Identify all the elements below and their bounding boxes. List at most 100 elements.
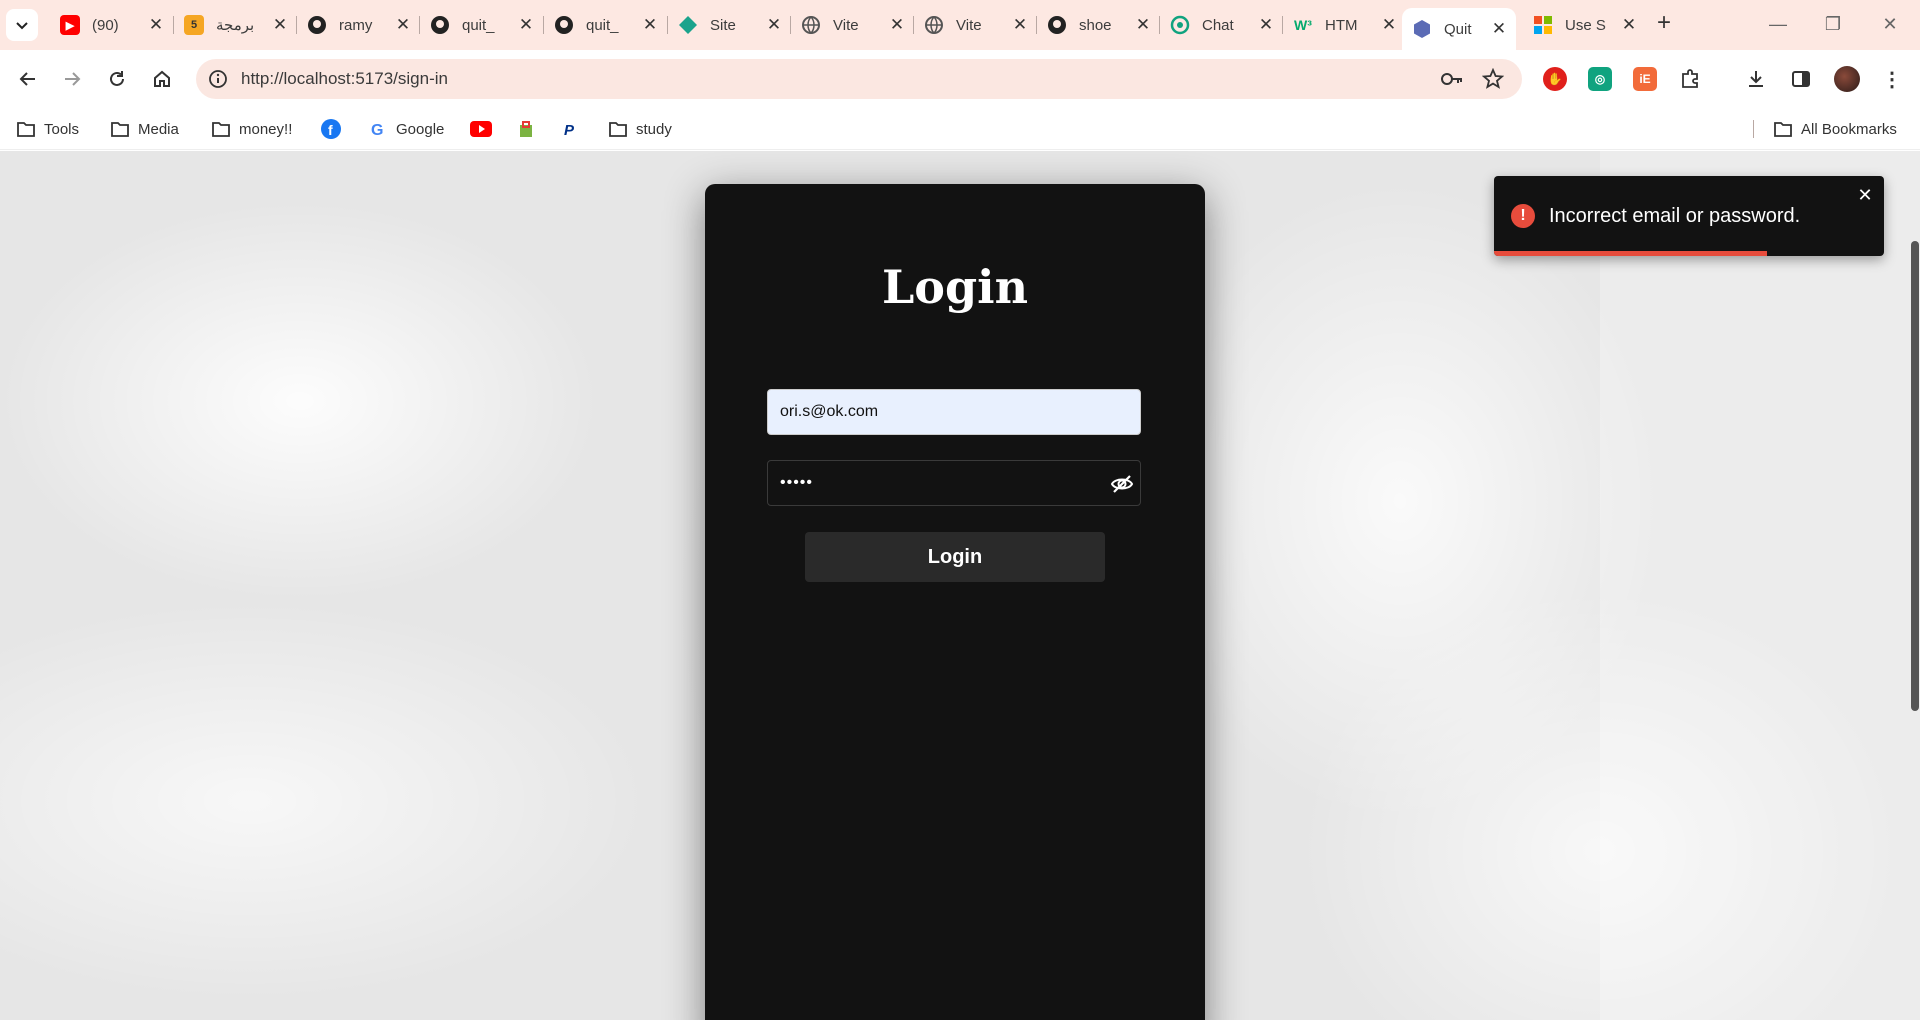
github-icon [430, 15, 450, 35]
close-tab-icon[interactable]: ✕ [765, 16, 783, 34]
back-button[interactable] [12, 63, 44, 95]
facebook-icon: f [320, 118, 342, 140]
chevron-down-icon [16, 22, 28, 30]
bookmark-google[interactable]: G Google [370, 118, 444, 140]
tab-github-quit-2[interactable]: quit_ ✕ [544, 8, 667, 42]
tab-microsoft[interactable]: Use S ✕ [1523, 8, 1646, 42]
close-window-button[interactable]: ✕ [1870, 10, 1910, 38]
tab-w3schools[interactable]: W³ HTM ✕ [1283, 8, 1406, 42]
tab-arabic[interactable]: 5 برمجة ✕ [174, 8, 297, 42]
shop-icon [518, 120, 534, 138]
home-button[interactable] [146, 63, 178, 95]
folder-icon [608, 120, 628, 138]
folder-icon [110, 120, 130, 138]
bookmark-media[interactable]: Media [110, 118, 179, 140]
paypal-icon: P [562, 120, 580, 138]
close-tab-icon[interactable]: ✕ [888, 16, 906, 34]
close-tab-icon[interactable]: ✕ [517, 16, 535, 34]
tab-strip: ▶ (90) ✕ 5 برمجة ✕ ramy ✕ quit_ ✕ quit_ … [0, 0, 1920, 50]
bookmark-tools[interactable]: Tools [16, 118, 79, 140]
new-tab-button[interactable]: + [1650, 10, 1678, 38]
close-tab-icon[interactable]: ✕ [1490, 20, 1508, 38]
close-tab-icon[interactable]: ✕ [394, 16, 412, 34]
close-tab-icon[interactable]: ✕ [271, 16, 289, 34]
extensions-puzzle-icon[interactable] [1678, 67, 1702, 91]
arrow-left-icon [19, 72, 35, 86]
bookmark-money[interactable]: money!! [211, 118, 292, 140]
close-tab-icon[interactable]: ✕ [641, 16, 659, 34]
close-tab-icon[interactable]: ✕ [1011, 16, 1029, 34]
adblock-extension-icon[interactable]: ✋ [1543, 67, 1567, 91]
all-bookmarks[interactable]: All Bookmarks [1773, 118, 1897, 140]
bookmark-youtube[interactable] [470, 118, 500, 140]
diamond-icon [678, 15, 698, 35]
download-icon[interactable] [1744, 67, 1768, 91]
profile-avatar[interactable] [1834, 66, 1860, 92]
tab-github-quit-1[interactable]: quit_ ✕ [420, 8, 543, 42]
close-icon[interactable]: ✕ [1856, 186, 1874, 204]
tab-youtube[interactable]: ▶ (90) ✕ [50, 8, 173, 42]
bookmarks-separator [1753, 120, 1754, 138]
browser-toolbar: http://localhost:5173/sign-in ✋ ◎ iE ⋮ [0, 50, 1920, 108]
bookmark-paypal[interactable]: P [562, 118, 588, 140]
tab-vite-2[interactable]: Vite ✕ [914, 8, 1037, 42]
star-icon[interactable] [1481, 67, 1505, 95]
tab-chatgpt[interactable]: Chat ✕ [1160, 8, 1283, 42]
folder-icon [16, 120, 36, 138]
password-field-wrapper [767, 460, 1141, 506]
close-tab-icon[interactable]: ✕ [1380, 16, 1398, 34]
info-icon[interactable] [206, 67, 230, 91]
reload-button[interactable] [101, 63, 133, 95]
arrow-right-icon [65, 72, 81, 86]
side-panel-icon[interactable] [1789, 67, 1813, 91]
bookmark-facebook[interactable]: f [320, 118, 350, 140]
tab-quit-active[interactable]: Quit ✕ [1402, 8, 1516, 50]
bookmark-study[interactable]: study [608, 118, 672, 140]
password-field[interactable] [768, 461, 1088, 505]
eye-off-icon[interactable] [1110, 472, 1134, 496]
email-field[interactable] [767, 389, 1141, 435]
background-overlay [1600, 151, 1920, 1020]
error-toast: ! Incorrect email or password. ✕ [1494, 176, 1884, 256]
five-icon: 5 [184, 15, 204, 35]
address-bar[interactable]: http://localhost:5173/sign-in [196, 59, 1522, 99]
minimize-button[interactable]: — [1758, 10, 1798, 38]
close-tab-icon[interactable]: ✕ [1620, 16, 1638, 34]
toast-message: Incorrect email or password. [1549, 205, 1801, 227]
folder-icon [211, 120, 231, 138]
key-icon[interactable] [1440, 69, 1464, 94]
page-title: Login [881, 260, 1029, 314]
chatgpt-icon [1170, 15, 1190, 35]
globe-icon [801, 15, 821, 35]
login-button[interactable]: Login [805, 532, 1105, 582]
bookmark-shop[interactable] [518, 118, 542, 140]
close-tab-icon[interactable]: ✕ [147, 16, 165, 34]
github-icon [307, 15, 327, 35]
tab-github-ramy[interactable]: ramy ✕ [297, 8, 420, 42]
error-icon: ! [1511, 204, 1535, 228]
close-tab-icon[interactable]: ✕ [1134, 16, 1152, 34]
home-icon [154, 70, 170, 87]
forward-button[interactable] [56, 63, 88, 95]
svg-text:f: f [328, 122, 333, 138]
ie-extension-icon[interactable]: iE [1633, 67, 1657, 91]
tab-github-shoe[interactable]: shoe ✕ [1037, 8, 1160, 42]
youtube-icon [470, 121, 492, 137]
tab-search-button[interactable] [6, 9, 38, 41]
restore-button[interactable]: ❐ [1813, 10, 1853, 38]
folder-icon [1773, 120, 1793, 138]
url-text[interactable]: http://localhost:5173/sign-in [241, 69, 448, 89]
w3-icon: W³ [1294, 17, 1312, 33]
hexagon-icon [1412, 19, 1432, 39]
tab-site[interactable]: Site ✕ [668, 8, 791, 42]
menu-kebab-icon[interactable]: ⋮ [1880, 67, 1904, 91]
google-icon: G [370, 120, 388, 138]
scrollbar-thumb[interactable] [1911, 241, 1919, 711]
tab-vite-1[interactable]: Vite ✕ [791, 8, 914, 42]
svg-text:P: P [564, 122, 575, 138]
scrollbar[interactable] [1910, 151, 1920, 1020]
chatgpt-extension-icon[interactable]: ◎ [1588, 67, 1612, 91]
close-tab-icon[interactable]: ✕ [1257, 16, 1275, 34]
github-icon [1047, 15, 1067, 35]
login-card: Login Login [705, 184, 1205, 1020]
